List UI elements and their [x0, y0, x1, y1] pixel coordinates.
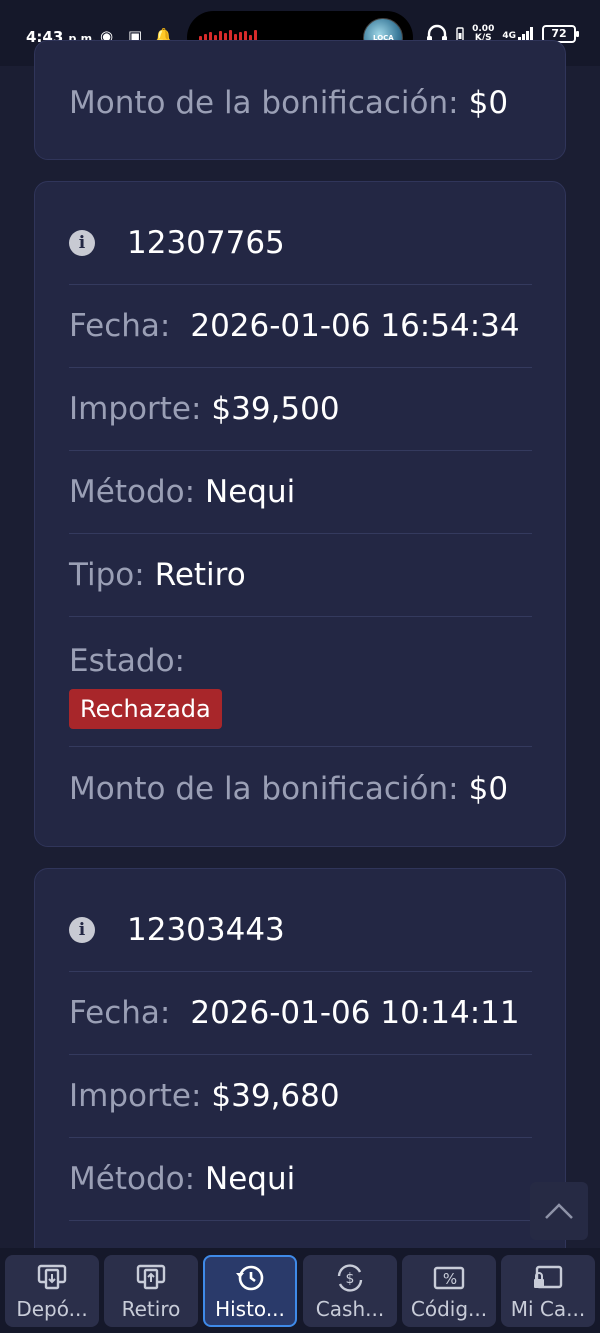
amount-row: Importe: $39,680 [69, 1055, 532, 1138]
history-icon [236, 1265, 264, 1291]
amount-row: Importe: $39,500 [69, 368, 532, 451]
transaction-card: i 12303443 Fecha: 2026-01-06 10:14:11 Im… [34, 868, 566, 1288]
nav-item-coupon[interactable]: % Códig... [402, 1255, 496, 1327]
status-row: Estado: Rechazada [69, 617, 532, 747]
method-row: Método: Nequi [69, 1138, 532, 1221]
status-badge: Rechazada [69, 689, 222, 729]
cashback-icon: $ [337, 1264, 363, 1292]
date-row: Fecha: 2026-01-06 10:14:11 [69, 972, 532, 1055]
nav-item-account[interactable]: Mi Ca... [501, 1255, 595, 1327]
bonus-row: Monto de la bonificación: $0 [69, 770, 509, 807]
bonus-row: Monto de la bonificación: $0 [69, 84, 509, 121]
date-row: Fecha: 2026-01-06 16:54:34 [69, 285, 532, 368]
transaction-id-row: i 12307765 [69, 202, 532, 285]
info-icon[interactable]: i [69, 230, 95, 256]
type-row: Tipo: Retiro [69, 534, 532, 617]
transaction-id: 12303443 [127, 912, 285, 948]
bottom-nav: Depó... Retiro Histo... $ Cash... % Códi… [0, 1248, 600, 1333]
method-row: Método: Nequi [69, 451, 532, 534]
withdraw-icon [136, 1264, 166, 1290]
svg-text:$: $ [346, 1271, 355, 1287]
transaction-id: 12307765 [127, 225, 285, 261]
svg-text:%: % [443, 1270, 457, 1288]
transaction-id-row: i 12303443 [69, 889, 532, 972]
nav-item-cashback[interactable]: $ Cash... [303, 1255, 397, 1327]
transaction-card: Monto de la bonificación: $0 [34, 40, 566, 160]
nav-item-history[interactable]: Histo... [203, 1255, 297, 1327]
account-icon [534, 1265, 563, 1289]
info-icon[interactable]: i [69, 917, 95, 943]
chevron-up-icon [545, 1203, 573, 1219]
signal-icon: 4G [502, 27, 534, 41]
nav-item-deposit[interactable]: Depó... [5, 1255, 99, 1327]
coupon-icon: % [433, 1266, 465, 1290]
transaction-card: i 12307765 Fecha: 2026-01-06 16:54:34 Im… [34, 181, 566, 847]
scroll-to-top-button[interactable] [530, 1182, 588, 1240]
nav-item-withdraw[interactable]: Retiro [104, 1255, 198, 1327]
deposit-icon [37, 1264, 67, 1290]
